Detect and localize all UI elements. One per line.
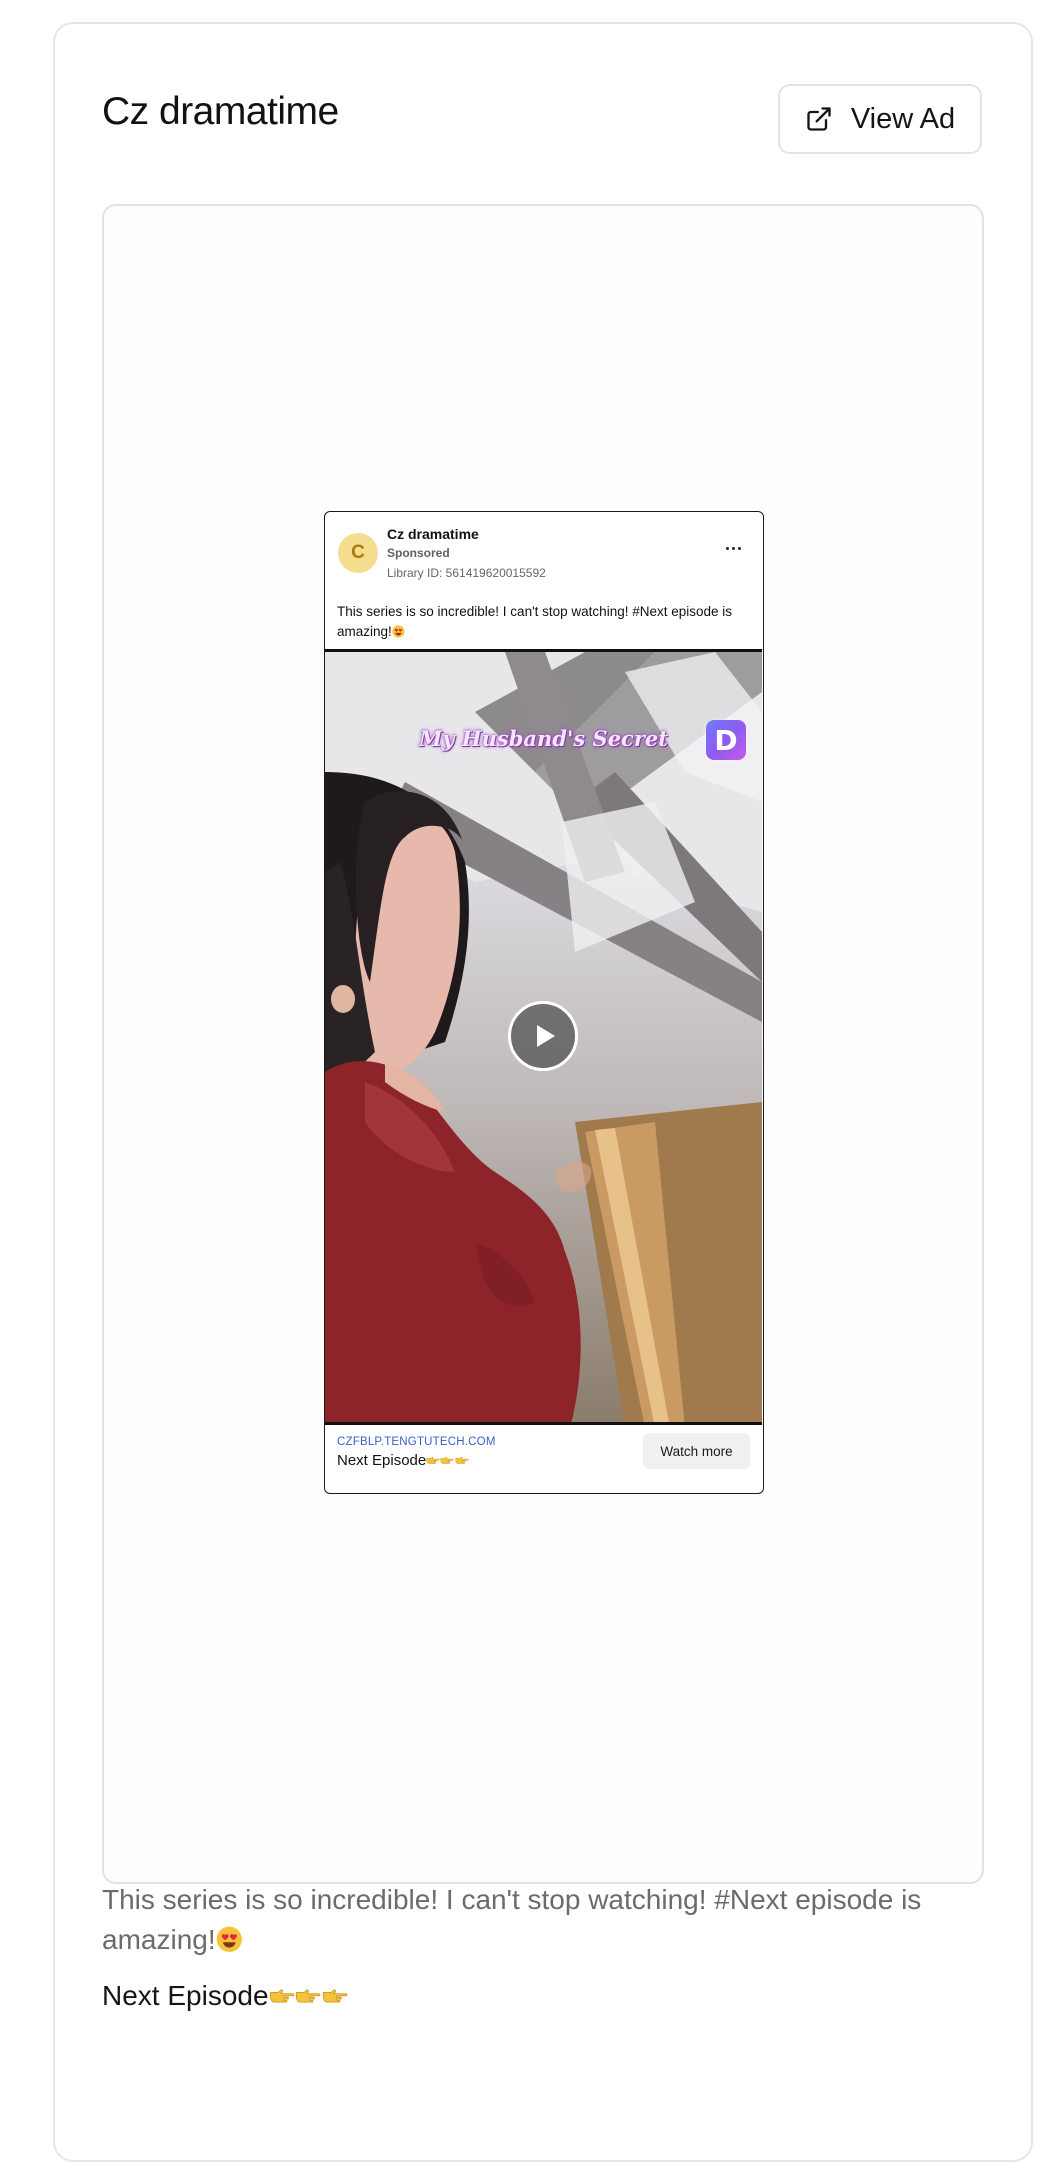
heart-eyes-emoji-icon [392,625,405,638]
video-overlay-title: My Husband's Secret [419,726,668,751]
advertiser-avatar[interactable]: C [338,533,378,573]
watch-more-button[interactable]: Watch more [643,1433,750,1469]
ad-caption-text: This series is so incredible! I can't st… [102,1884,922,1955]
pointing-hand-emoji-icon [296,1989,321,2003]
ad-preview-card: C Cz dramatime Sponsored Library ID: 561… [324,511,764,1494]
library-id: Library ID: 561419620015592 [387,566,546,580]
pointing-hand-emoji-icon [455,1456,469,1464]
advertiser-name[interactable]: Cz dramatime [387,526,479,542]
ad-header: C Cz dramatime Sponsored Library ID: 561… [325,512,763,586]
heart-eyes-emoji-icon [216,1926,242,1952]
ad-caption-headline: Next Episode [102,1980,348,2012]
view-ad-label: View Ad [850,102,956,135]
pointing-hand-emoji-icon [269,1989,294,2003]
ad-video-thumbnail[interactable]: My Husband's Secret D [325,649,762,1425]
ad-footer[interactable]: CZFBLP.TENGTUTECH.COM Next Episode Watch… [325,1425,762,1493]
play-icon[interactable] [508,1001,578,1071]
app-logo-icon: D [706,720,746,760]
pointing-hand-emoji-icon [440,1456,455,1464]
ad-link-domain[interactable]: CZFBLP.TENGTUTECH.COM [337,1436,496,1448]
page-title: Cz dramatime [102,90,339,133]
ad-link-headline[interactable]: Next Episode [337,1452,469,1469]
view-ad-button[interactable]: View Ad [778,84,982,154]
external-link-icon [805,105,833,133]
more-options-icon[interactable] [721,540,745,556]
pointing-hand-emoji-icon [426,1456,440,1464]
sponsored-label: Sponsored [387,546,450,560]
pointing-hand-emoji-icon [322,1989,348,2003]
ad-body-text: This series is so incredible! I can't st… [337,604,733,639]
